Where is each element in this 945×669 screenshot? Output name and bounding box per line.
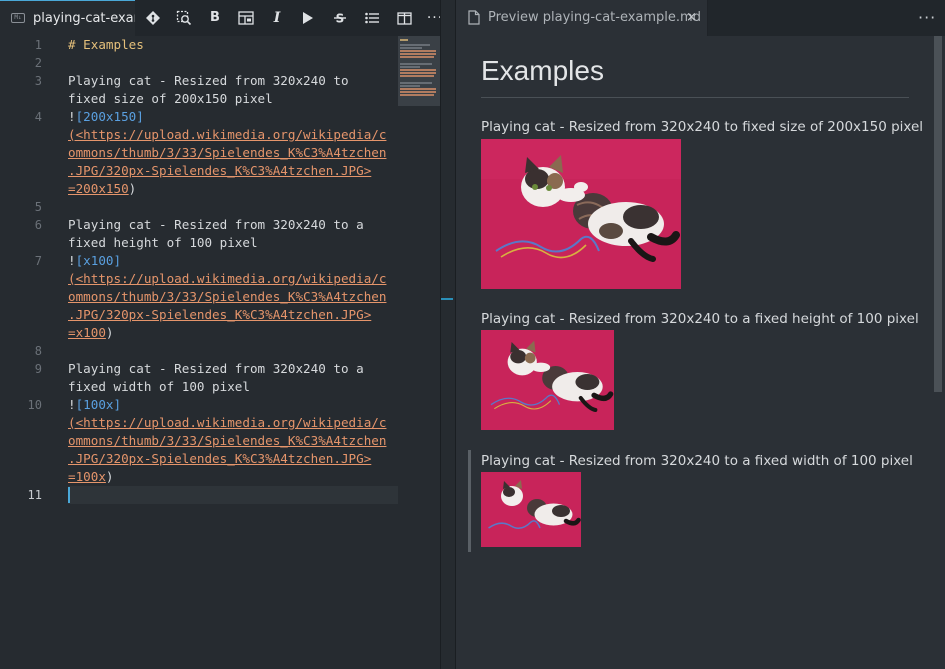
selection-marker [468,450,471,552]
minimap-line [400,94,434,96]
code-line-size: =100x) [68,468,114,486]
more-actions-icon[interactable]: ··· [918,8,936,27]
sash-handle[interactable] [441,298,453,300]
minimap-line [400,50,436,52]
split-editor-icon[interactable] [392,6,416,30]
minimap-line [400,63,432,65]
editor-tab-title: playing-cat-example.md [33,11,135,26]
minimap[interactable] [398,36,440,106]
line-number: 7 [34,254,42,268]
editor-tab[interactable]: M↓ playing-cat-example.md [0,0,135,36]
minimap-line [400,69,436,71]
preview-pane[interactable]: Preview playing-cat-example.md × ··· Exa… [456,0,945,669]
line-number: 9 [34,362,42,376]
code-line-text: fixed width of 100 pixel [68,379,250,394]
code-line-text: fixed height of 100 pixel [68,235,258,250]
image-alt-text: [200x150] [75,109,144,124]
image-url[interactable]: (<https://upload.wikimedia.org/wikipedia… [68,270,386,288]
minimap-line [400,91,436,93]
preview-tab[interactable]: Preview playing-cat-example.md × [456,0,708,36]
image-url[interactable]: .JPG/320px-Spielendes_K%C3%A4tzchen.JPG> [68,306,371,324]
minimap-line [400,53,436,55]
code-line-text: Playing cat - Resized from 320x240 to [68,73,349,88]
preview-tab-bar: Preview playing-cat-example.md × ··· [456,0,945,36]
image-url[interactable]: .JPG/320px-Spielendes_K%C3%A4tzchen.JPG> [68,450,371,468]
line-number: 4 [34,110,42,124]
minimap-line [400,66,420,68]
code-line-size: =x100) [68,324,114,342]
code-line-image: ![x100] [68,252,121,270]
line-number: 3 [34,74,42,88]
run-icon[interactable] [296,6,320,30]
image-size: =x100 [68,325,106,340]
image-url[interactable]: .JPG/320px-Spielendes_K%C3%A4tzchen.JPG> [68,162,371,180]
code-line-heading: # Examples [68,37,144,52]
line-number-current: 11 [27,488,42,502]
code-line-text: Playing cat - Resized from 320x240 to a [68,361,364,376]
close-icon[interactable]: × [686,10,697,25]
line-number: 8 [34,344,42,358]
italic-button[interactable]: I [265,6,289,30]
image-url[interactable]: ommons/thumb/3/33/Spielendes_K%C3%A4tzch… [68,432,386,450]
minimap-line [400,39,408,41]
git-icon[interactable] [141,6,165,30]
text-cursor [68,487,70,503]
image-url[interactable]: (<https://upload.wikimedia.org/wikipedia… [68,414,386,432]
current-line-highlight [68,486,398,504]
minimap-line [400,85,420,87]
line-number: 5 [34,200,42,214]
code-line-text: fixed size of 200x150 pixel [68,91,273,106]
close-paren: ) [128,181,137,196]
preview-tab-title: Preview playing-cat-example.md [488,10,701,25]
minimap-line [400,72,436,74]
editor-tab-bar: M↓ playing-cat-example.md B I S [0,0,442,36]
image-bang: ! [68,109,76,124]
preview-heading: Examples [481,55,909,98]
image-bang: ! [68,253,76,268]
image-size: =100x [68,469,106,484]
bold-button[interactable]: B [203,6,227,30]
image-alt-text: [100x] [75,397,122,412]
minimap-line [400,56,434,58]
minimap-line [400,47,422,49]
insert-table-icon[interactable] [234,6,258,30]
line-number: 2 [34,56,42,70]
strikethrough-icon[interactable]: S [328,6,352,30]
minimap-line [400,88,436,90]
image-url[interactable]: (<https://upload.wikimedia.org/wikipedia… [68,126,386,144]
code-line-image: ![100x] [68,396,121,414]
image-bang: ! [68,397,76,412]
code-line-size: =200x150) [68,180,136,198]
sash[interactable] [441,0,455,669]
image-caption: Playing cat - Resized from 320x240 to fi… [481,119,924,135]
markdown-file-icon: M↓ [11,13,25,23]
image-alt-text: [x100] [75,253,122,268]
line-number: 6 [34,218,42,232]
minimap-line [400,82,432,84]
find-replace-icon[interactable] [172,6,196,30]
code-line-image: ![200x150] [68,108,144,126]
line-number: 1 [34,38,42,52]
code-line-text: Playing cat - Resized from 320x240 to a [68,217,364,232]
image-caption: Playing cat - Resized from 320x240 to a … [481,311,919,327]
image-size: =200x150 [68,181,129,196]
image-url[interactable]: ommons/thumb/3/33/Spielendes_K%C3%A4tzch… [68,288,386,306]
cat-image-200x150 [481,139,681,289]
close-paren: ) [105,325,114,340]
image-url[interactable]: ommons/thumb/3/33/Spielendes_K%C3%A4tzch… [68,144,386,162]
editor-pane[interactable]: M↓ playing-cat-example.md B I S [0,0,442,669]
close-paren: ) [105,469,114,484]
cat-image-100x [481,472,581,547]
cat-image-x100 [481,330,614,430]
bullet-list-icon[interactable] [360,6,384,30]
document-icon [468,10,480,29]
line-number: 10 [27,398,42,412]
image-caption: Playing cat - Resized from 320x240 to a … [481,453,913,469]
minimap-line [400,44,430,46]
minimap-line [400,75,434,77]
preview-scrollbar[interactable] [934,36,942,392]
